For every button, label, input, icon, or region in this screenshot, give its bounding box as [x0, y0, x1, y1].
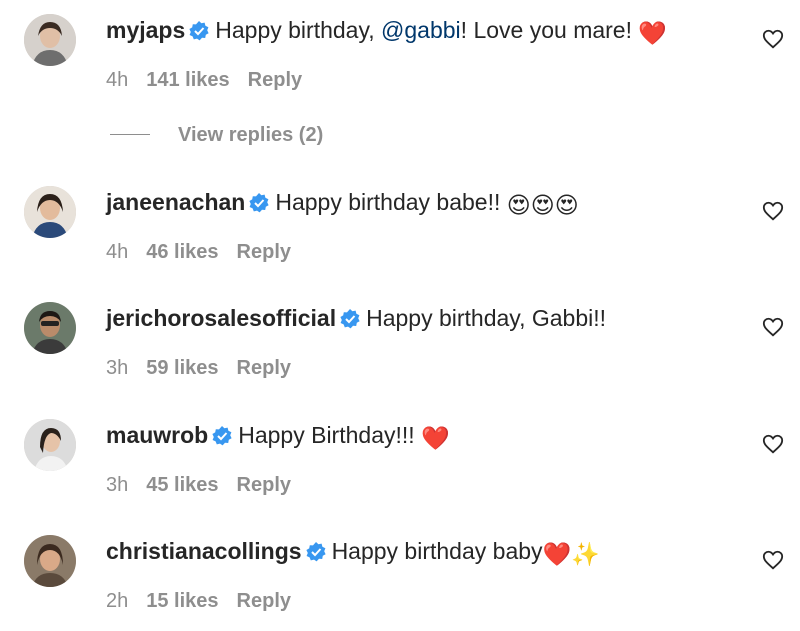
- heart-sparkles-emoji: ❤️✨: [542, 541, 600, 567]
- comment-text: Happy Birthday!!!: [238, 422, 422, 448]
- heart-outline-icon[interactable]: [762, 28, 784, 50]
- heart-outline-icon[interactable]: [762, 433, 784, 455]
- avatar[interactable]: [24, 419, 76, 471]
- comment-text: Happy birthday babe!!: [275, 189, 507, 215]
- divider: [110, 134, 150, 135]
- comment-item: jerichorosalesofficial Happy birthday, Ga…: [0, 288, 800, 398]
- username[interactable]: janeenachan: [106, 189, 245, 215]
- comment-meta: 4h 141 likes Reply: [106, 68, 320, 92]
- verified-badge-icon: [305, 542, 326, 562]
- likes-count[interactable]: 45 likes: [146, 474, 218, 496]
- reply-button[interactable]: Reply: [237, 590, 291, 612]
- verified-badge-icon: [249, 193, 269, 213]
- view-replies-label[interactable]: View replies (2): [178, 124, 323, 146]
- comment-line: christianacollings Happy birthday baby❤️✨: [106, 537, 600, 568]
- avatar[interactable]: [24, 186, 76, 238]
- timestamp: 4h: [106, 241, 129, 263]
- heart-outline-icon[interactable]: [762, 549, 784, 571]
- username[interactable]: myjaps: [106, 17, 185, 43]
- username[interactable]: mauwrob: [106, 422, 208, 448]
- comment-item: myjaps Happy birthday, @gabbi! Love you m…: [0, 0, 800, 110]
- verified-badge-icon: [340, 309, 360, 329]
- verified-badge-icon: [189, 21, 209, 41]
- view-replies-button[interactable]: View replies (2): [110, 124, 323, 148]
- timestamp: 3h: [106, 357, 129, 379]
- reply-button[interactable]: Reply: [237, 357, 291, 379]
- likes-count[interactable]: 15 likes: [146, 590, 218, 612]
- username[interactable]: christianacollings: [106, 538, 302, 564]
- comment-text: ! Love you mare!: [460, 17, 639, 43]
- heart-emoji: ❤️: [638, 20, 668, 46]
- comment-text: Happy birthday, Gabbi!!: [366, 305, 607, 331]
- likes-count[interactable]: 46 likes: [146, 241, 218, 263]
- mention-link[interactable]: @gabbi: [381, 17, 461, 43]
- reply-button[interactable]: Reply: [248, 69, 302, 91]
- timestamp: 3h: [106, 474, 129, 496]
- likes-count[interactable]: 141 likes: [146, 69, 229, 91]
- reply-button[interactable]: Reply: [237, 474, 291, 496]
- likes-count[interactable]: 59 likes: [146, 357, 218, 379]
- heart-eyes-emoji: 😍😍😍: [506, 192, 579, 218]
- username[interactable]: jerichorosalesofficial: [106, 305, 336, 331]
- comment-line: janeenachan Happy birthday babe!! 😍😍😍: [106, 188, 579, 219]
- avatar[interactable]: [24, 14, 76, 66]
- avatar[interactable]: [24, 302, 76, 354]
- comment-item: christianacollings Happy birthday baby❤️✨…: [0, 521, 800, 631]
- avatar[interactable]: [24, 535, 76, 587]
- comment-text: Happy birthday baby: [331, 538, 543, 564]
- verified-badge-icon: [212, 426, 232, 446]
- comment-item: mauwrob Happy Birthday!!! ❤️ 3h 45 likes Re…: [0, 405, 800, 515]
- timestamp: 4h: [106, 69, 129, 91]
- comment-line: myjaps Happy birthday, @gabbi! Love you m…: [106, 16, 667, 47]
- comment-line: mauwrob Happy Birthday!!! ❤️: [106, 421, 450, 452]
- timestamp: 2h: [106, 590, 129, 612]
- heart-outline-icon[interactable]: [762, 200, 784, 222]
- comment-meta: 4h 46 likes Reply: [106, 240, 309, 264]
- comment-text: Happy birthday,: [215, 17, 382, 43]
- comment-line: jerichorosalesofficial Happy birthday, Ga…: [106, 304, 606, 332]
- comment-meta: 2h 15 likes Reply: [106, 589, 309, 613]
- heart-emoji: ❤️: [421, 425, 450, 451]
- heart-outline-icon[interactable]: [762, 316, 784, 338]
- comment-item: janeenachan Happy birthday babe!! 😍😍😍 4h 4…: [0, 172, 800, 282]
- reply-button[interactable]: Reply: [237, 241, 291, 263]
- comment-meta: 3h 45 likes Reply: [106, 473, 309, 497]
- comment-meta: 3h 59 likes Reply: [106, 356, 309, 380]
